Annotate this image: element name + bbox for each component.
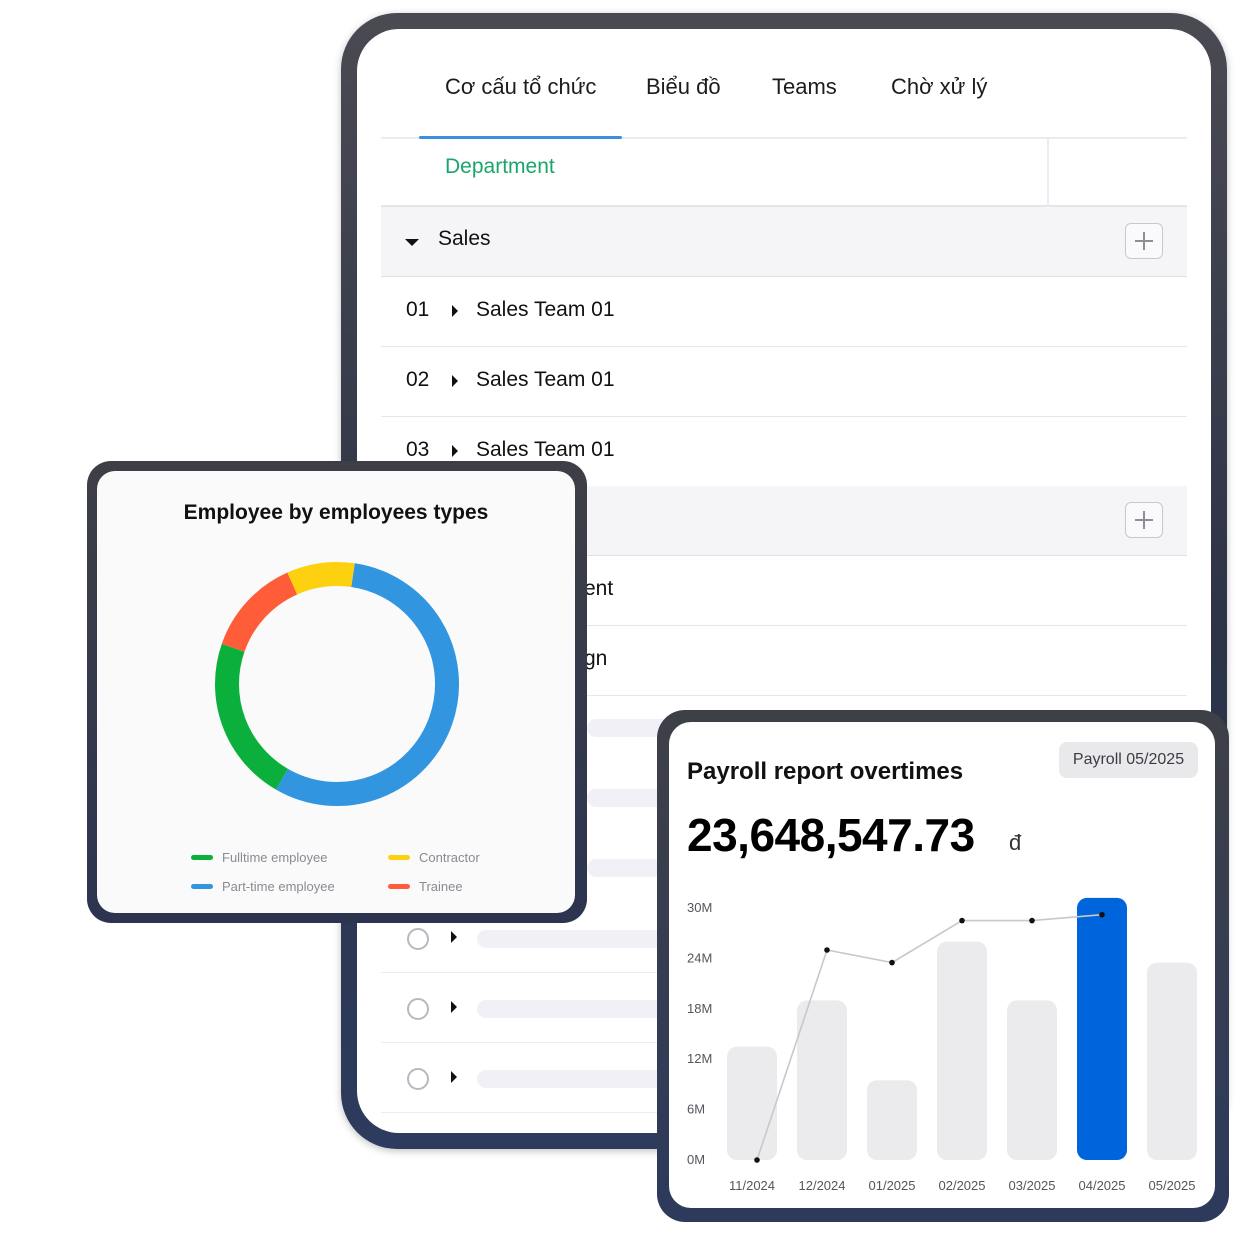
team-label: Sales Team 01: [476, 438, 615, 461]
caret-right-icon[interactable]: [451, 1001, 457, 1013]
bar-05/2025[interactable]: [1147, 962, 1197, 1160]
x-tick-label: 03/2025: [1009, 1178, 1056, 1193]
department-column-header: Department: [445, 155, 555, 178]
team-number: 02: [406, 368, 430, 391]
donut-slice-trainee: [221, 572, 298, 653]
table-row[interactable]: 02 Sales Team 01: [381, 347, 1187, 417]
bar-11/2024[interactable]: [727, 1046, 777, 1160]
column-divider: [1047, 137, 1049, 207]
y-tick-label: 0M: [687, 1152, 705, 1167]
y-tick-label: 24M: [687, 950, 712, 965]
x-tick-label: 05/2025: [1149, 1178, 1196, 1193]
legend-label-parttime: Part-time employee: [222, 879, 335, 894]
legend-swatch-trainee: [388, 884, 410, 889]
donut-chart: [215, 562, 459, 806]
radio-button[interactable]: [407, 928, 429, 950]
trend-point: [1029, 917, 1035, 924]
legend-swatch-fulltime: [191, 855, 213, 860]
y-tick-label: 30M: [687, 900, 712, 915]
y-tick-label: 18M: [687, 1001, 712, 1016]
bar-01/2025[interactable]: [867, 1080, 917, 1160]
legend-label-contractor: Contractor: [419, 850, 480, 865]
bar-04/2025[interactable]: [1077, 897, 1127, 1160]
employee-types-card-body: Employee by employees types Fulltime emp…: [97, 471, 575, 913]
add-team-button[interactable]: [1125, 223, 1163, 259]
x-tick-label: 12/2024: [799, 1178, 846, 1193]
tab-org-structure[interactable]: Cơ cấu tổ chức: [418, 69, 623, 139]
legend-swatch-parttime: [191, 884, 213, 889]
payroll-card: Payroll report overtimes Payroll 05/2025…: [657, 710, 1229, 1222]
team-label-partial: ent: [584, 577, 614, 600]
caret-right-icon[interactable]: [451, 1071, 457, 1083]
donut-slice-part-time-employee: [276, 563, 459, 806]
team-label-partial: gn: [584, 647, 608, 670]
legend-swatch-contractor: [388, 855, 410, 860]
tab-teams[interactable]: Teams: [772, 69, 837, 137]
trend-point: [754, 1157, 760, 1163]
donut-chart-title: Employee by employees types: [183, 501, 489, 524]
bar-03/2025[interactable]: [1007, 1000, 1057, 1160]
caret-right-icon[interactable]: [451, 931, 457, 943]
x-tick-label: 01/2025: [869, 1178, 916, 1193]
radio-button[interactable]: [407, 998, 429, 1020]
x-tick-label: 04/2025: [1079, 1178, 1126, 1193]
trend-point: [959, 917, 965, 924]
team-number: 01: [406, 298, 430, 321]
trend-point: [824, 947, 830, 953]
group-row-sales[interactable]: Sales: [381, 207, 1187, 277]
caret-right-icon[interactable]: [452, 375, 458, 387]
x-tick-label: 02/2025: [939, 1178, 986, 1193]
tab-bar: Cơ cấu tổ chức Biểu đồ Teams Chờ xử lý: [381, 69, 1187, 139]
donut-slice-fulltime-employee: [215, 643, 289, 790]
table-row[interactable]: 01 Sales Team 01: [381, 277, 1187, 347]
employee-types-card: Employee by employees types Fulltime emp…: [87, 461, 587, 923]
team-number: 03: [406, 438, 430, 461]
table-header: Department: [381, 137, 1187, 207]
radio-button[interactable]: [407, 1068, 429, 1090]
add-team-button[interactable]: [1125, 502, 1163, 538]
team-label: Sales Team 01: [476, 298, 615, 321]
bar-12/2024[interactable]: [797, 1000, 847, 1160]
tab-charts[interactable]: Biểu đồ: [646, 69, 721, 137]
donut-slice-contractor: [287, 562, 355, 595]
y-tick-label: 6M: [687, 1102, 705, 1117]
caret-right-icon[interactable]: [452, 445, 458, 457]
payroll-card-body: Payroll report overtimes Payroll 05/2025…: [669, 722, 1215, 1208]
caret-down-icon[interactable]: [405, 239, 419, 246]
trend-point: [889, 959, 895, 966]
x-tick-label: 11/2024: [729, 1178, 775, 1193]
group-label: Sales: [438, 227, 491, 250]
legend-label-fulltime: Fulltime employee: [222, 850, 328, 865]
bar-02/2025[interactable]: [937, 941, 987, 1160]
y-tick-label: 12M: [687, 1051, 712, 1066]
payroll-bar-chart: 0M 6M 12M 18M 24M 30M 11/2024 12/2024 01/2025 02/…: [687, 897, 1197, 1193]
trend-point: [1099, 911, 1105, 918]
team-label: Sales Team 01: [476, 368, 615, 391]
caret-right-icon[interactable]: [452, 305, 458, 317]
tab-pending[interactable]: Chờ xử lý: [891, 69, 987, 137]
legend-label-trainee: Trainee: [419, 879, 463, 894]
